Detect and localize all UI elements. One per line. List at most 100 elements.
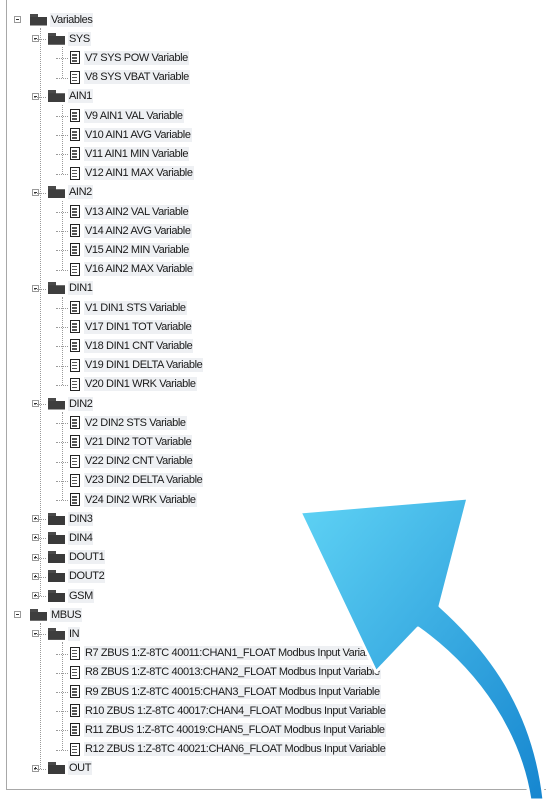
tree-label: V15 AIN2 MIN Variable (84, 242, 190, 257)
folder-icon (48, 531, 65, 544)
tree-label: V11 AIN1 MIN Variable (84, 146, 190, 161)
tree-item-v10-ain1-avg-variable[interactable]: V10 AIN1 AVG Variable (70, 125, 192, 144)
variable-icon (70, 147, 80, 161)
folder-icon (48, 762, 65, 775)
tree-node-mbus[interactable]: MBUS (14, 605, 83, 624)
tree-item-v13-ain2-val-variable[interactable]: V13 AIN2 VAL Variable (70, 202, 190, 221)
tree-item-r7-zbus-1-z-8tc-40011-chan1-float-modbus[interactable]: R7 ZBUS 1:Z-8TC 40011:CHAN1_FLOAT Modbus… (70, 644, 380, 663)
tree-label: R7 ZBUS 1:Z-8TC 40011:CHAN1_FLOAT Modbus… (84, 646, 380, 661)
tree-item-v22-din2-cnt-variable[interactable]: V22 DIN2 CNT Variable (70, 452, 194, 471)
tree-item-v12-ain1-max-variable[interactable]: V12 AIN1 MAX Variable (70, 164, 194, 183)
variable-icon (70, 301, 80, 314)
variable-icon (70, 723, 80, 737)
tree-item-v9-ain1-val-variable[interactable]: V9 AIN1 VAL Variable (70, 106, 184, 125)
tree-item-v7-sys-pow-variable[interactable]: V7 SYS POW Variable (70, 48, 189, 67)
tree-node-variables[interactable]: Variables (14, 10, 94, 29)
variable-icon (70, 473, 80, 487)
folder-icon (48, 282, 65, 294)
folder-icon (48, 32, 65, 45)
tree-label: DIN4 (68, 530, 94, 545)
tree-label: GSM (68, 588, 94, 603)
tree-item-r9-zbus-1-z-8tc-40015-chan3-float-modbus[interactable]: R9 ZBUS 1:Z-8TC 40015:CHAN3_FLOAT Modbus… (70, 682, 381, 701)
variable-icon (70, 416, 80, 430)
variable-icon (70, 166, 80, 180)
tree-guide (62, 412, 63, 501)
tree-item-r10-zbus-1-z-8tc-40017-chan4-float-modbu[interactable]: R10 ZBUS 1:Z-8TC 40017:CHAN4_FLOAT Modbu… (70, 701, 387, 720)
tree-label: OUT (68, 761, 93, 776)
variable-icon (70, 665, 80, 679)
tree-label: V21 DIN2 TOT Variable (84, 434, 193, 449)
tree-item-v8-sys-vbat-variable[interactable]: V8 SYS VBAT Variable (70, 68, 190, 87)
tree-label: V1 DIN1 STS Variable (84, 300, 187, 315)
tree-item-v14-ain2-avg-variable[interactable]: V14 AIN2 AVG Variable (70, 221, 192, 240)
tree-label: R11 ZBUS 1:Z-8TC 40019:CHAN5_FLOAT Modbu… (84, 722, 386, 737)
tree-node-sys[interactable]: SYS (32, 29, 91, 48)
tree-node-gsm[interactable]: GSM (32, 586, 94, 605)
tree-label: R10 ZBUS 1:Z-8TC 40017:CHAN4_FLOAT Modbu… (84, 703, 387, 718)
tree-item-v20-din1-wrk-variable[interactable]: V20 DIN1 WRK Variable (70, 375, 197, 394)
tree-node-din1[interactable]: DIN1 (32, 279, 94, 298)
collapse-icon[interactable] (14, 611, 21, 619)
tree-node-din2[interactable]: DIN2 (32, 394, 94, 413)
tree-item-v24-din2-wrk-variable[interactable]: V24 DIN2 WRK Variable (70, 490, 197, 509)
collapse-icon[interactable] (14, 16, 21, 23)
tree-item-r12-zbus-1-z-8tc-40021-chan6-float-modbu[interactable]: R12 ZBUS 1:Z-8TC 40021:CHAN6_FLOAT Modbu… (70, 740, 387, 759)
tree-item-v15-ain2-min-variable[interactable]: V15 AIN2 MIN Variable (70, 240, 190, 259)
tree-label: V2 DIN2 STS Variable (84, 415, 187, 430)
tree-item-v2-din2-sts-variable[interactable]: V2 DIN2 STS Variable (70, 413, 187, 432)
variable-icon (70, 454, 80, 468)
tree-item-r8-zbus-1-z-8tc-40013-chan2-float-modbus[interactable]: R8 ZBUS 1:Z-8TC 40013:CHAN2_FLOAT Modbus… (70, 663, 381, 682)
variable-icon (70, 224, 80, 238)
tree-label: DIN1 (68, 281, 94, 296)
tree-label: V18 DIN1 CNT Variable (84, 338, 194, 353)
variable-icon (70, 742, 80, 756)
variable-icon (70, 339, 80, 353)
variable-icon (70, 205, 80, 218)
tree-node-dout1[interactable]: DOUT1 (32, 548, 106, 567)
tree-label: Variables (50, 12, 94, 27)
tree-item-v17-din1-tot-variable[interactable]: V17 DIN1 TOT Variable (70, 317, 193, 336)
tree-label: V10 AIN1 AVG Variable (84, 127, 192, 142)
tree-panel: Variables SYS V7 SYS POW Variable V8 SYS VB… (0, 0, 547, 802)
tree-item-v18-din1-cnt-variable[interactable]: V18 DIN1 CNT Variable (70, 336, 194, 355)
tree-label: MBUS (50, 607, 83, 622)
folder-icon (48, 186, 65, 198)
tree-label: R9 ZBUS 1:Z-8TC 40015:CHAN3_FLOAT Modbus… (84, 684, 381, 699)
variable-icon (70, 377, 80, 391)
tree-item-v11-ain1-min-variable[interactable]: V11 AIN1 MIN Variable (70, 144, 190, 163)
tree-item-v21-din2-tot-variable[interactable]: V21 DIN2 TOT Variable (70, 432, 193, 451)
tree-node-out[interactable]: OUT (32, 759, 93, 778)
folder-icon (48, 627, 65, 640)
tree-label: V23 DIN2 DELTA Variable (84, 473, 204, 488)
variable-icon (70, 70, 80, 84)
tree-item-v23-din2-delta-variable[interactable]: V23 DIN2 DELTA Variable (70, 471, 204, 490)
tree-label: V7 SYS POW Variable (84, 50, 189, 65)
tree-item-v19-din1-delta-variable[interactable]: V19 DIN1 DELTA Variable (70, 356, 204, 375)
variable-icon (70, 646, 80, 660)
tree-label: V22 DIN2 CNT Variable (84, 454, 194, 469)
folder-icon (48, 512, 65, 525)
variable-icon (70, 685, 80, 698)
tree-node-in[interactable]: IN (32, 624, 81, 643)
tree-guide (40, 623, 41, 769)
tree-label: V12 AIN1 MAX Variable (84, 166, 194, 181)
tree-node-ain2[interactable]: AIN2 (32, 183, 93, 202)
tree-node-dout2[interactable]: DOUT2 (32, 567, 106, 586)
variable-icon (70, 358, 80, 372)
variable-icon (70, 493, 80, 506)
tree-item-r11-zbus-1-z-8tc-40019-chan5-float-modbu[interactable]: R11 ZBUS 1:Z-8TC 40019:CHAN5_FLOAT Modbu… (70, 720, 386, 739)
tree-item-v16-ain2-max-variable[interactable]: V16 AIN2 MAX Variable (70, 260, 194, 279)
tree-guide (62, 642, 63, 750)
tree-node-din3[interactable]: DIN3 (32, 509, 94, 528)
tree-label: V24 DIN2 WRK Variable (84, 492, 197, 507)
tree-label: R8 ZBUS 1:Z-8TC 40013:CHAN2_FLOAT Modbus… (84, 665, 381, 680)
folder-icon (30, 13, 47, 26)
tree-label: DOUT2 (68, 569, 106, 584)
tree-node-din4[interactable]: DIN4 (32, 528, 94, 547)
tree-guide (62, 47, 63, 78)
tree-guide (40, 28, 41, 597)
tree-label: DIN3 (68, 511, 94, 526)
tree-label: IN (68, 626, 81, 641)
tree-node-ain1[interactable]: AIN1 (32, 87, 93, 106)
tree-item-v1-din1-sts-variable[interactable]: V1 DIN1 STS Variable (70, 298, 187, 317)
